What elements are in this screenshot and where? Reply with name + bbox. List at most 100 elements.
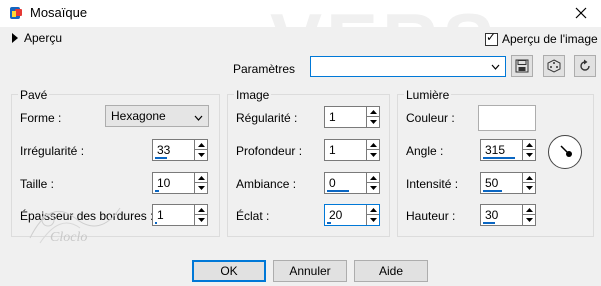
caret-down-icon xyxy=(369,120,377,124)
angle-value: 315 xyxy=(485,143,506,157)
spin-up-button[interactable] xyxy=(523,140,535,150)
save-icon xyxy=(515,59,529,73)
regularite-stepper[interactable]: 1 xyxy=(324,106,380,128)
hauteur-stepper[interactable]: 30 xyxy=(480,204,536,226)
forme-label: Forme : xyxy=(20,111,62,125)
caret-up-icon xyxy=(197,207,205,212)
dial-needle-icon xyxy=(560,145,572,157)
spin-up-button[interactable] xyxy=(367,205,379,215)
couleur-label: Couleur : xyxy=(406,111,455,125)
taille-level-bar xyxy=(155,190,159,192)
irregularite-label: Irrégularité : xyxy=(20,144,85,158)
apercu-image-label: Aperçu de l'image xyxy=(502,32,598,46)
expand-triangle-icon xyxy=(12,33,18,43)
save-preset-button[interactable] xyxy=(511,55,533,77)
close-icon xyxy=(575,7,587,19)
caret-up-icon xyxy=(525,175,533,180)
caret-down-icon xyxy=(197,186,205,190)
annuler-button[interactable]: Annuler xyxy=(273,260,347,282)
spin-down-button[interactable] xyxy=(523,150,535,160)
reset-icon xyxy=(580,59,590,71)
checkmark-icon: ✓ xyxy=(486,29,497,44)
dice-icon xyxy=(547,59,561,73)
caret-up-icon xyxy=(369,207,377,212)
cloclo-signature-text: Cloclo xyxy=(50,230,88,245)
reset-button[interactable] xyxy=(574,55,596,77)
spin-down-button[interactable] xyxy=(195,215,207,225)
random-button[interactable] xyxy=(543,55,565,77)
spin-down-button[interactable] xyxy=(367,215,379,225)
spin-down-button[interactable] xyxy=(523,183,535,193)
parametres-select[interactable] xyxy=(310,56,506,77)
window-title: Mosaïque xyxy=(30,5,88,20)
caret-up-icon xyxy=(525,142,533,147)
spin-up-button[interactable] xyxy=(195,140,207,150)
intensite-value: 50 xyxy=(485,176,499,190)
apercu-toggle[interactable]: Aperçu xyxy=(12,31,62,45)
couleur-swatch[interactable] xyxy=(478,105,536,131)
ambiance-stepper[interactable]: 0 xyxy=(324,172,380,194)
paint-palette-icon xyxy=(10,7,22,19)
chevron-down-icon xyxy=(194,110,203,124)
spin-down-button[interactable] xyxy=(195,183,207,193)
caret-down-icon xyxy=(197,218,205,222)
spin-down-button[interactable] xyxy=(523,215,535,225)
spin-down-button[interactable] xyxy=(367,117,379,127)
spin-down-button[interactable] xyxy=(367,150,379,160)
spin-up-button[interactable] xyxy=(367,107,379,117)
taille-stepper[interactable]: 10 xyxy=(152,172,208,194)
caret-down-icon xyxy=(369,153,377,157)
forme-select[interactable]: Hexagone xyxy=(105,105,209,127)
spin-up-button[interactable] xyxy=(367,140,379,150)
ambiance-value: 0 xyxy=(329,176,336,190)
caret-up-icon xyxy=(197,142,205,147)
spin-up-button[interactable] xyxy=(367,173,379,183)
eclat-value: 20 xyxy=(329,208,343,222)
profondeur-stepper[interactable]: 1 xyxy=(324,139,380,161)
irregularite-stepper[interactable]: 33 xyxy=(152,139,208,161)
spin-down-button[interactable] xyxy=(367,183,379,193)
caret-down-icon xyxy=(197,153,205,157)
eclat-stepper[interactable]: 20 xyxy=(324,204,380,226)
angle-dial[interactable] xyxy=(548,135,582,169)
epaisseur-level-bar xyxy=(155,222,157,224)
caret-down-icon xyxy=(525,186,533,190)
ambiance-label: Ambiance : xyxy=(236,177,297,191)
apercu-image-checkbox[interactable]: ✓ Aperçu de l'image xyxy=(485,29,598,46)
parametres-label: Paramètres xyxy=(233,62,296,76)
pave-title: Pavé xyxy=(18,88,50,102)
image-title: Image xyxy=(234,88,272,102)
spin-up-button[interactable] xyxy=(195,173,207,183)
spin-up-button[interactable] xyxy=(523,205,535,215)
profondeur-value: 1 xyxy=(329,143,336,157)
apercu-label: Aperçu xyxy=(24,31,63,45)
profondeur-label: Profondeur : xyxy=(236,144,303,158)
taille-value: 10 xyxy=(157,176,171,190)
intensite-label: Intensité : xyxy=(406,177,459,191)
spin-up-button[interactable] xyxy=(523,173,535,183)
spin-up-button[interactable] xyxy=(195,205,207,215)
caret-down-icon xyxy=(525,218,533,222)
epaisseur-stepper[interactable]: 1 xyxy=(152,204,208,226)
eclat-label: Éclat : xyxy=(236,209,270,223)
epaisseur-value: 1 xyxy=(157,208,164,222)
caret-up-icon xyxy=(369,109,377,114)
ok-button[interactable]: OK xyxy=(192,260,266,282)
intensite-stepper[interactable]: 50 xyxy=(480,172,536,194)
caret-up-icon xyxy=(369,175,377,180)
checkbox-box[interactable]: ✓ xyxy=(485,29,498,46)
spin-down-button[interactable] xyxy=(195,150,207,160)
close-button[interactable] xyxy=(568,3,594,23)
eclat-level-bar xyxy=(327,222,331,224)
angle-level-bar xyxy=(483,157,515,159)
ambiance-level-bar xyxy=(327,190,349,192)
forme-value: Hexagone xyxy=(111,109,166,123)
intensite-level-bar xyxy=(483,190,502,192)
angle-label: Angle : xyxy=(406,144,444,158)
chevron-down-icon[interactable] xyxy=(488,58,503,75)
aide-button[interactable]: Aide xyxy=(354,260,428,282)
angle-stepper[interactable]: 315 xyxy=(480,139,536,161)
hauteur-label: Hauteur : xyxy=(406,209,456,223)
title-bar: VERS Mosaïque xyxy=(0,0,601,85)
caret-down-icon xyxy=(369,218,377,222)
